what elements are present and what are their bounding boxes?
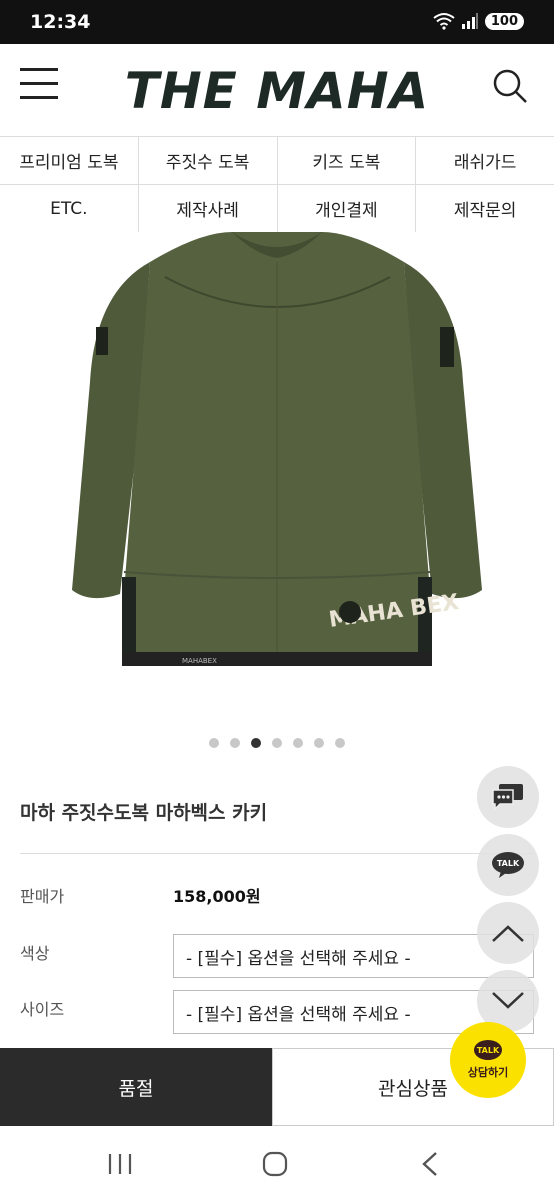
gi-jacket-illustration: MAHABEX MAHA BEX [72,232,482,666]
svg-text:TALK: TALK [497,859,520,868]
chevron-up-icon [492,925,524,942]
kakao-consult-button[interactable]: TALK 상담하기 [450,1022,526,1098]
recent-apps-icon[interactable] [107,1152,133,1176]
carousel-dot[interactable] [335,738,345,748]
menu-rashguard[interactable]: 래쉬가드 [416,137,554,184]
carousel-indicator [0,738,554,752]
kakao-consult-label: 상담하기 [467,1066,509,1079]
menu-kids-dobok[interactable]: 키즈 도복 [278,137,417,184]
scroll-up-button[interactable] [477,902,539,964]
product-image[interactable]: MAHABEX MAHA BEX [0,232,554,722]
size-select-value: - [필수] 옵션을 선택해 주세요 - [186,1004,411,1025]
search-icon[interactable] [490,66,530,106]
product-price: 158,000원 [173,887,261,906]
divider [20,853,534,854]
chat-bubble-icon [492,784,523,811]
menu-personal-payment[interactable]: 개인결제 [278,185,417,232]
talk-icon: TALK [492,852,524,878]
wifi-icon [433,13,455,30]
carousel-dot[interactable] [209,738,219,748]
price-label: 판매가 [20,887,65,906]
category-menu: 프리미엄 도복 주짓수 도복 키즈 도복 래쉬가드 ETC. 제작사례 개인결제… [0,136,554,233]
sold-out-button[interactable]: 품절 [0,1048,272,1126]
site-header: THE MAHA [0,44,554,136]
size-label: 사이즈 [20,1000,65,1019]
carousel-dot[interactable] [251,738,261,748]
menu-etc[interactable]: ETC. [0,185,139,232]
menu-icon[interactable] [20,68,58,102]
status-time: 12:34 [30,11,91,33]
logo-text: THE MAHA [124,62,430,120]
menu-premium-dobok[interactable]: 프리미엄 도복 [0,137,139,184]
color-label: 색상 [20,944,50,963]
carousel-dot[interactable] [230,738,240,748]
chevron-down-icon [492,992,524,1009]
signal-icon [461,13,478,29]
product-title: 마하 주짓수도복 마하벡스 카키 [20,802,268,824]
talk-button[interactable]: TALK [477,834,539,896]
home-icon[interactable] [262,1151,288,1177]
system-nav-bar [0,1126,554,1200]
menu-jiujitsu-dobok[interactable]: 주짓수 도복 [139,137,278,184]
menu-production-cases[interactable]: 제작사례 [139,185,278,232]
carousel-dot[interactable] [314,738,324,748]
site-logo[interactable]: THE MAHA [96,62,458,120]
chat-button[interactable] [477,766,539,828]
battery-indicator: 100 [484,12,524,30]
hem-text: MAHABEX [182,657,217,665]
status-bar: 12:34 100 [0,0,554,44]
carousel-dot[interactable] [293,738,303,748]
menu-production-inquiry[interactable]: 제작문의 [416,185,554,232]
color-select-value: - [필수] 옵션을 선택해 주세요 - [186,948,411,969]
back-icon[interactable] [420,1151,440,1177]
kakao-talk-icon: TALK [474,1040,502,1060]
carousel-dot[interactable] [272,738,282,748]
